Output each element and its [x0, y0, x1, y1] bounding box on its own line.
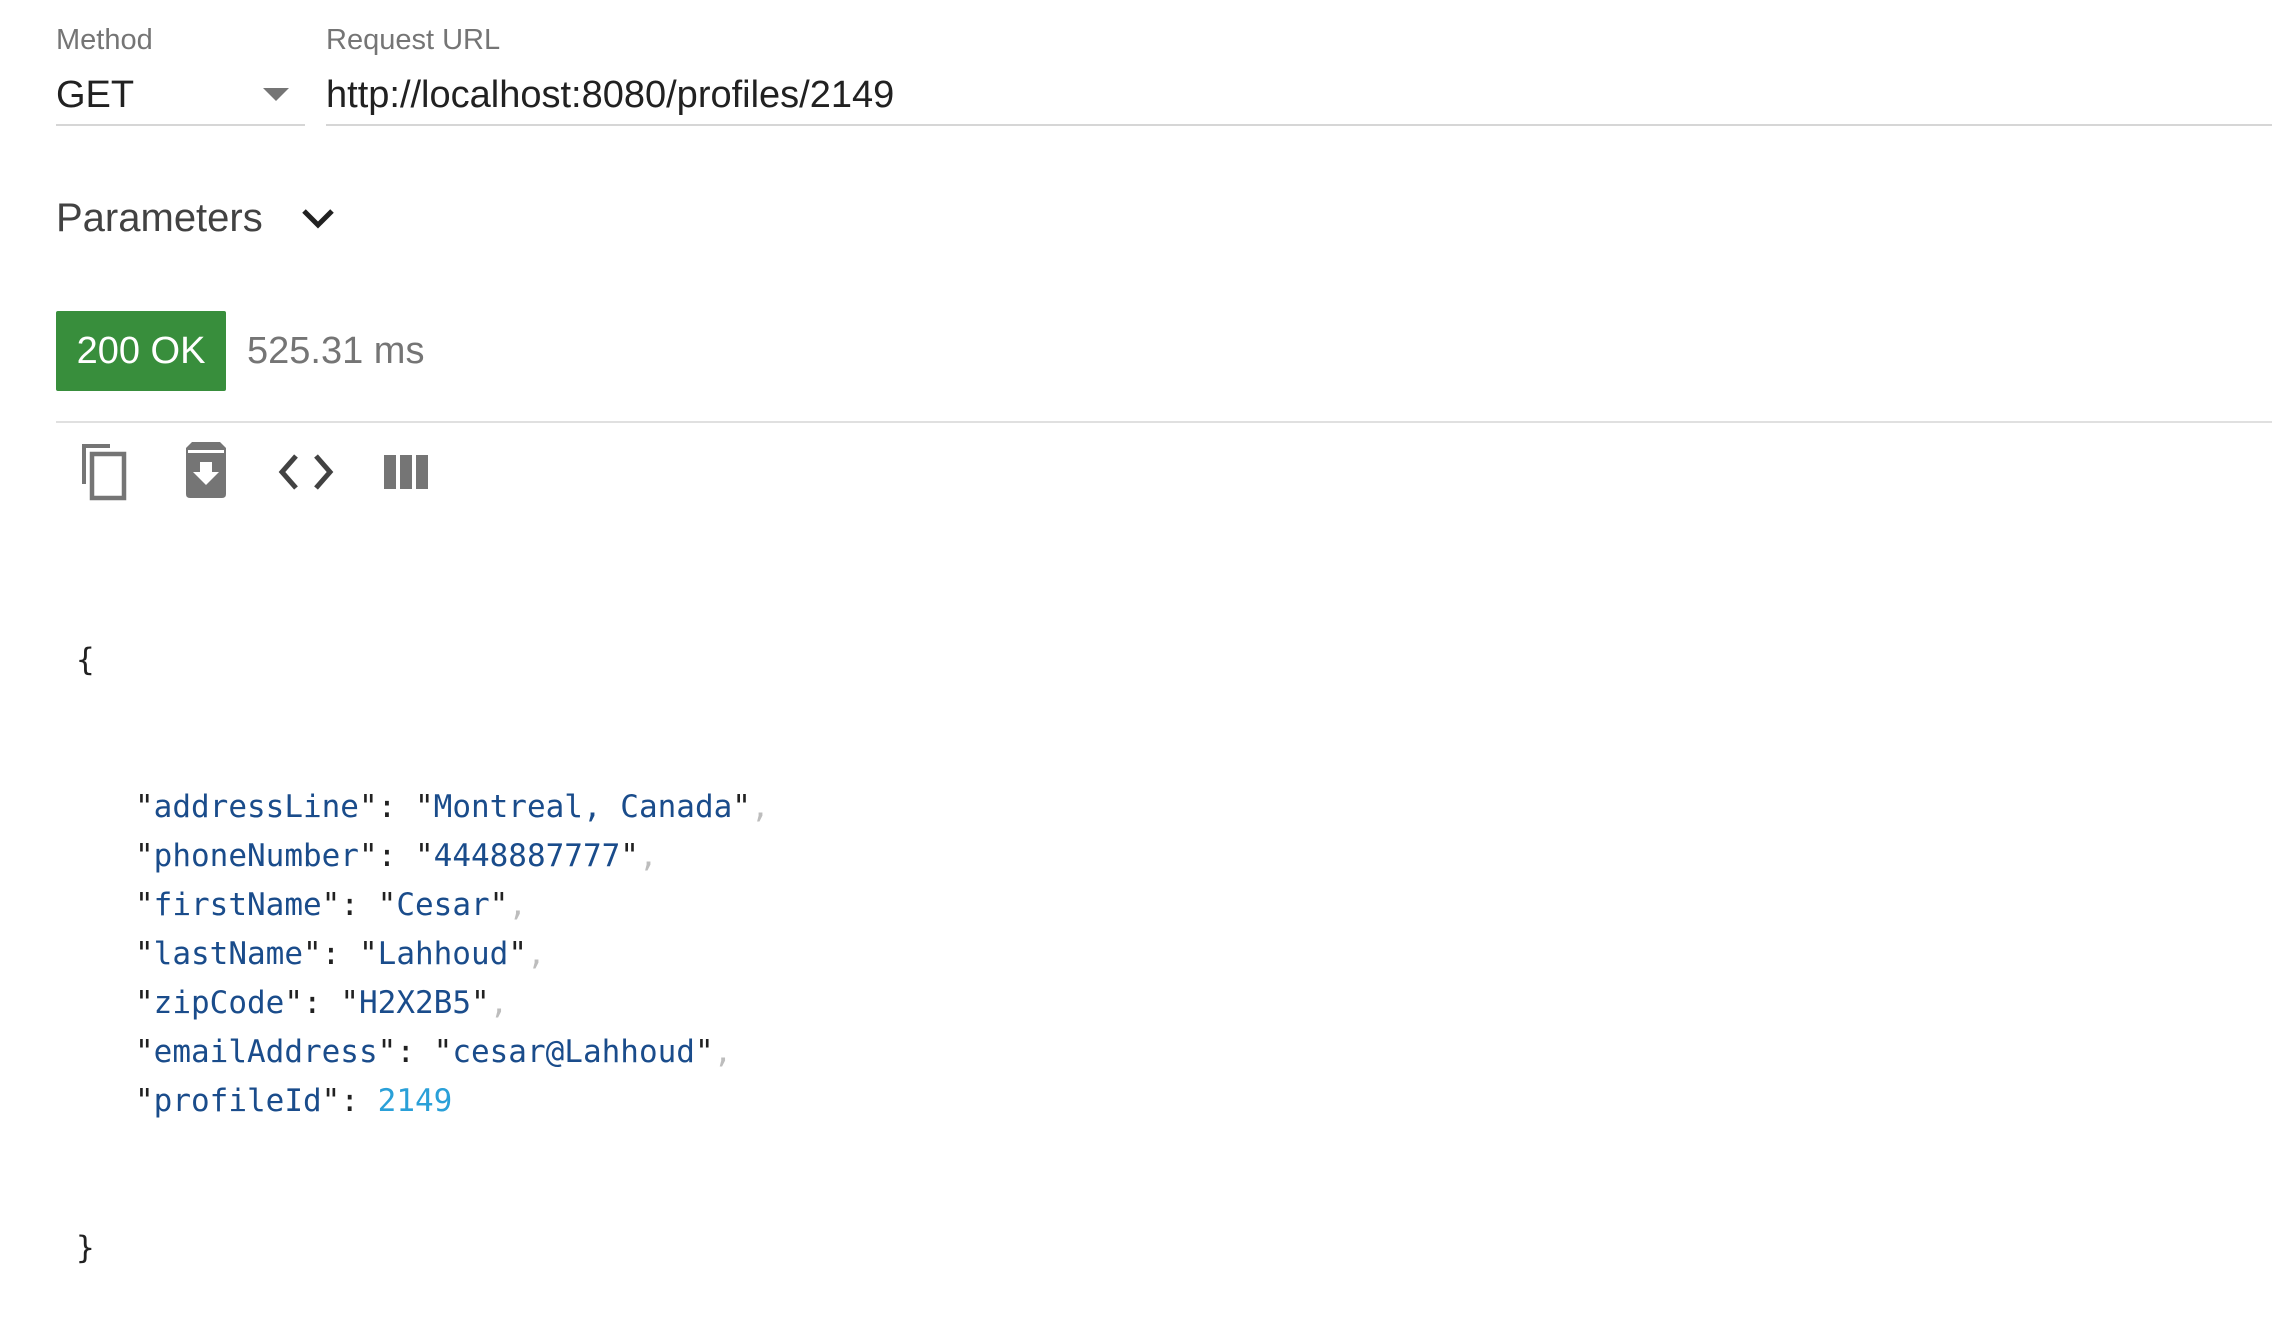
json-quote: "	[135, 985, 154, 1021]
json-colon: :	[303, 985, 341, 1021]
json-quote: "	[377, 887, 397, 923]
status-badge: 200 OK	[56, 311, 226, 391]
dropdown-arrow-icon	[263, 88, 289, 101]
chevron-down-icon	[301, 209, 334, 229]
json-close-brace: }	[76, 1230, 95, 1266]
json-colon: :	[321, 936, 359, 972]
json-entry: "firstName": "Cesar",	[76, 881, 770, 930]
json-key: addressLine	[153, 789, 359, 825]
json-entry: "zipCode": "H2X2B5",	[76, 979, 770, 1028]
json-entries: "addressLine": "Montreal, Canada", "phone…	[76, 783, 770, 1126]
json-value: H2X2B5	[359, 985, 471, 1021]
download-button[interactable]	[174, 440, 238, 504]
json-comma: ,	[526, 936, 546, 972]
json-value: Montreal, Canada	[433, 789, 733, 825]
download-archive-icon	[186, 442, 226, 498]
code-view-button[interactable]	[274, 440, 338, 504]
json-key: firstName	[153, 887, 322, 923]
json-key: phoneNumber	[153, 838, 359, 874]
json-colon: :	[340, 887, 378, 923]
json-quote: "	[135, 887, 154, 923]
json-quote: "	[694, 1034, 714, 1070]
json-quote: "	[284, 985, 303, 1021]
json-quote: "	[732, 789, 751, 825]
json-colon: :	[340, 1083, 378, 1119]
divider	[56, 421, 2272, 423]
json-quote: "	[135, 1083, 154, 1119]
response-time: 525.31 ms	[247, 330, 425, 372]
json-entry: "lastName": "Lahhoud",	[76, 930, 770, 979]
json-value: 4448887777	[433, 838, 621, 874]
json-quote: "	[414, 838, 434, 874]
json-key: lastName	[153, 936, 303, 972]
json-quote: "	[135, 789, 154, 825]
json-quote: "	[358, 936, 378, 972]
json-quote: "	[135, 936, 154, 972]
json-quote: "	[470, 985, 490, 1021]
copy-icon	[82, 444, 127, 501]
parameters-toggle[interactable]: Parameters	[56, 190, 335, 246]
method-select[interactable]: GET	[56, 66, 305, 126]
json-quote: "	[321, 1083, 341, 1119]
json-colon: :	[377, 838, 415, 874]
json-entry: "phoneNumber": "4448887777",	[76, 832, 770, 881]
json-comma: ,	[750, 789, 770, 825]
json-value: 2149	[377, 1083, 453, 1119]
method-label: Method	[56, 24, 153, 56]
json-quote: "	[620, 838, 639, 874]
json-comma: ,	[713, 1034, 733, 1070]
json-colon: :	[377, 789, 415, 825]
json-key: profileId	[153, 1083, 322, 1119]
request-url-input[interactable]	[326, 66, 2272, 126]
json-quote: "	[433, 1034, 453, 1070]
json-entry: "emailAddress": "cesar@Lahhoud",	[76, 1028, 770, 1077]
json-key: emailAddress	[153, 1034, 378, 1070]
json-quote: "	[340, 985, 359, 1021]
json-comma: ,	[489, 985, 509, 1021]
json-quote: "	[377, 1034, 397, 1070]
json-quote: "	[358, 789, 378, 825]
json-comma: ,	[508, 887, 527, 923]
json-colon: :	[396, 1034, 434, 1070]
json-quote: "	[489, 887, 509, 923]
parameters-label: Parameters	[56, 196, 263, 240]
json-value: Lahhoud	[377, 936, 509, 972]
json-quote: "	[414, 789, 434, 825]
json-quote: "	[358, 838, 378, 874]
method-value: GET	[56, 74, 135, 116]
json-response-body: { "addressLine": "Montreal, Canada", "pho…	[76, 538, 770, 1322]
copy-button[interactable]	[74, 440, 138, 504]
json-quote: "	[508, 936, 527, 972]
json-open-brace: {	[76, 642, 95, 678]
json-quote: "	[321, 887, 341, 923]
url-label: Request URL	[326, 24, 501, 56]
columns-icon	[384, 455, 428, 489]
json-value: cesar@Lahhoud	[452, 1034, 695, 1070]
json-key: zipCode	[153, 985, 285, 1021]
json-quote: "	[135, 838, 154, 874]
json-entry: "addressLine": "Montreal, Canada",	[76, 783, 770, 832]
json-entry: "profileId": 2149	[76, 1077, 770, 1126]
json-comma: ,	[638, 838, 658, 874]
code-icon	[278, 454, 334, 490]
json-quote: "	[302, 936, 322, 972]
json-value: Cesar	[396, 887, 490, 923]
columns-view-button[interactable]	[374, 440, 438, 504]
json-quote: "	[135, 1034, 154, 1070]
